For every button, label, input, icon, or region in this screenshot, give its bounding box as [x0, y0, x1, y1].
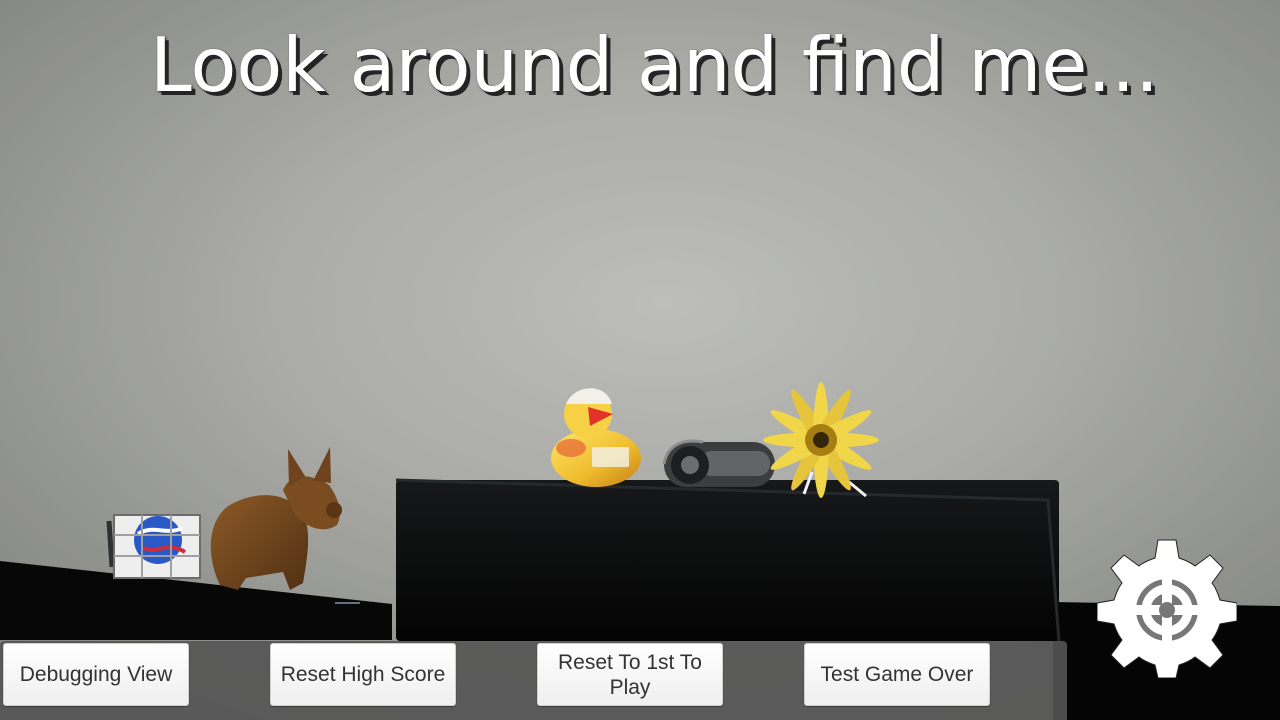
reset-first-to-play-label: Reset To 1st To Play [558, 650, 702, 699]
rubiks-cube-toy [106, 514, 201, 579]
reset-high-score-button[interactable]: Reset High Score [270, 643, 456, 706]
web-camera [662, 439, 775, 487]
reset-first-to-play-button[interactable]: Reset To 1st To Play [537, 643, 723, 706]
gear-icon [1097, 539, 1237, 678]
debugging-view-label: Debugging View [19, 663, 173, 686]
debugging-view-button[interactable]: Debugging View [3, 643, 189, 706]
monitor-box [396, 480, 1059, 641]
ar-camera-scene: Look around and find me... Debugging Vie… [0, 0, 1280, 720]
test-game-over-label: Test Game Over [820, 663, 974, 686]
reset-high-score-label: Reset High Score [280, 663, 446, 686]
test-game-over-button[interactable]: Test Game Over [804, 643, 990, 706]
game-prompt: Look around and find me... [150, 21, 1159, 109]
settings-button[interactable] [1097, 538, 1237, 678]
